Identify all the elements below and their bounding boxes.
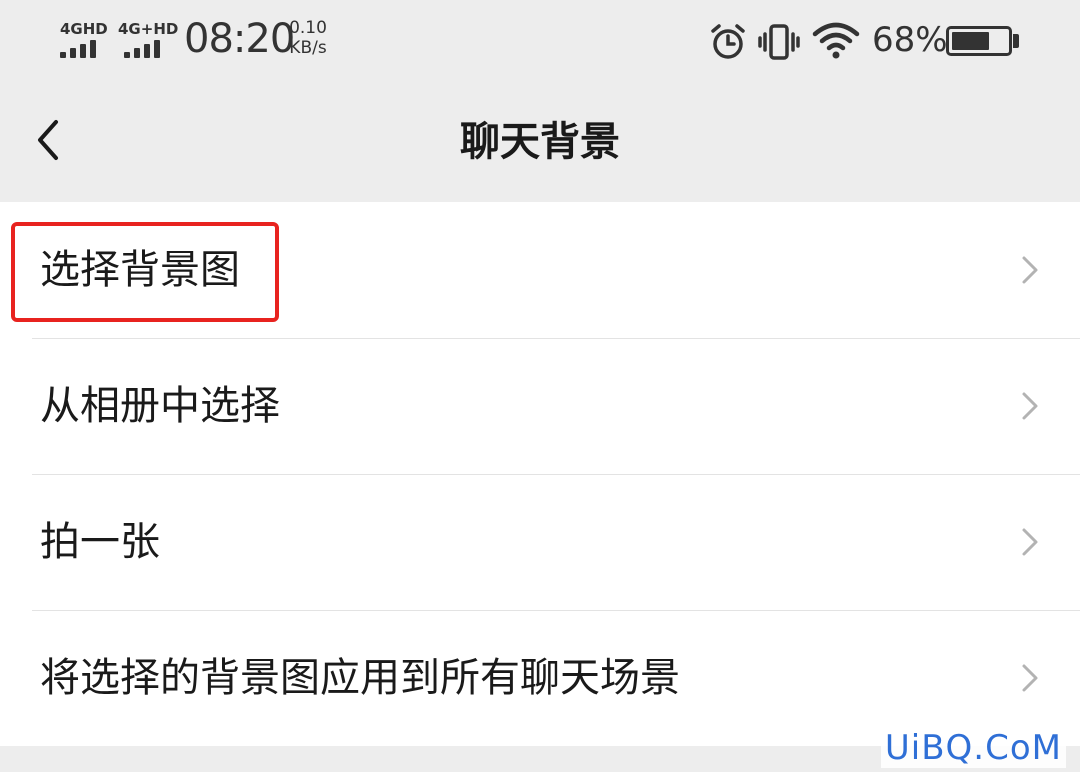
list-item-label: 拍一张 xyxy=(40,519,160,565)
signal-bars-icon xyxy=(60,40,108,58)
list-item-apply-to-all-chats[interactable]: 将选择的背景图应用到所有聊天场景 xyxy=(0,610,1080,746)
vibrate-icon xyxy=(758,24,800,60)
network-type-label: 4GHD xyxy=(60,20,108,38)
chevron-right-icon xyxy=(1022,528,1038,556)
chevron-right-icon xyxy=(1022,392,1038,420)
list-item-choose-background[interactable]: 选择背景图 xyxy=(0,202,1080,338)
watermark-text: UiBQ.CoM xyxy=(880,728,1066,768)
page-title: 聊天背景 xyxy=(460,119,620,165)
settings-list: 选择背景图 从相册中选择 拍一张 将选择的背景图应用到所有聊天场景 xyxy=(0,202,1080,746)
chevron-right-icon xyxy=(1022,664,1038,692)
list-item-label: 从相册中选择 xyxy=(40,383,280,429)
battery-level-fill xyxy=(952,32,989,50)
status-bar: 4GHD 4G+HD 08:20 0.10 KB/s 68% xyxy=(0,0,1080,88)
list-item-label: 选择背景图 xyxy=(40,247,240,293)
battery-percentage: 68% xyxy=(872,20,948,60)
clock-time: 08:20 xyxy=(184,16,295,62)
network-type-label: 4G+HD xyxy=(118,20,179,38)
wifi-icon xyxy=(812,22,860,59)
network-speed: 0.10 KB/s xyxy=(284,18,332,58)
network-speed-unit: KB/s xyxy=(289,38,327,58)
alarm-clock-icon xyxy=(711,24,745,59)
list-item-label: 将选择的背景图应用到所有聊天场景 xyxy=(40,655,680,701)
list-item-take-photo[interactable]: 拍一张 xyxy=(0,474,1080,610)
chevron-right-icon xyxy=(1022,256,1038,284)
list-item-choose-from-album[interactable]: 从相册中选择 xyxy=(0,338,1080,474)
navigation-bar: 聊天背景 xyxy=(0,88,1080,192)
signal-bars-icon xyxy=(124,40,172,58)
battery-tip xyxy=(1013,34,1019,48)
network-speed-value: 0.10 xyxy=(289,18,327,38)
battery-icon xyxy=(946,26,1012,56)
